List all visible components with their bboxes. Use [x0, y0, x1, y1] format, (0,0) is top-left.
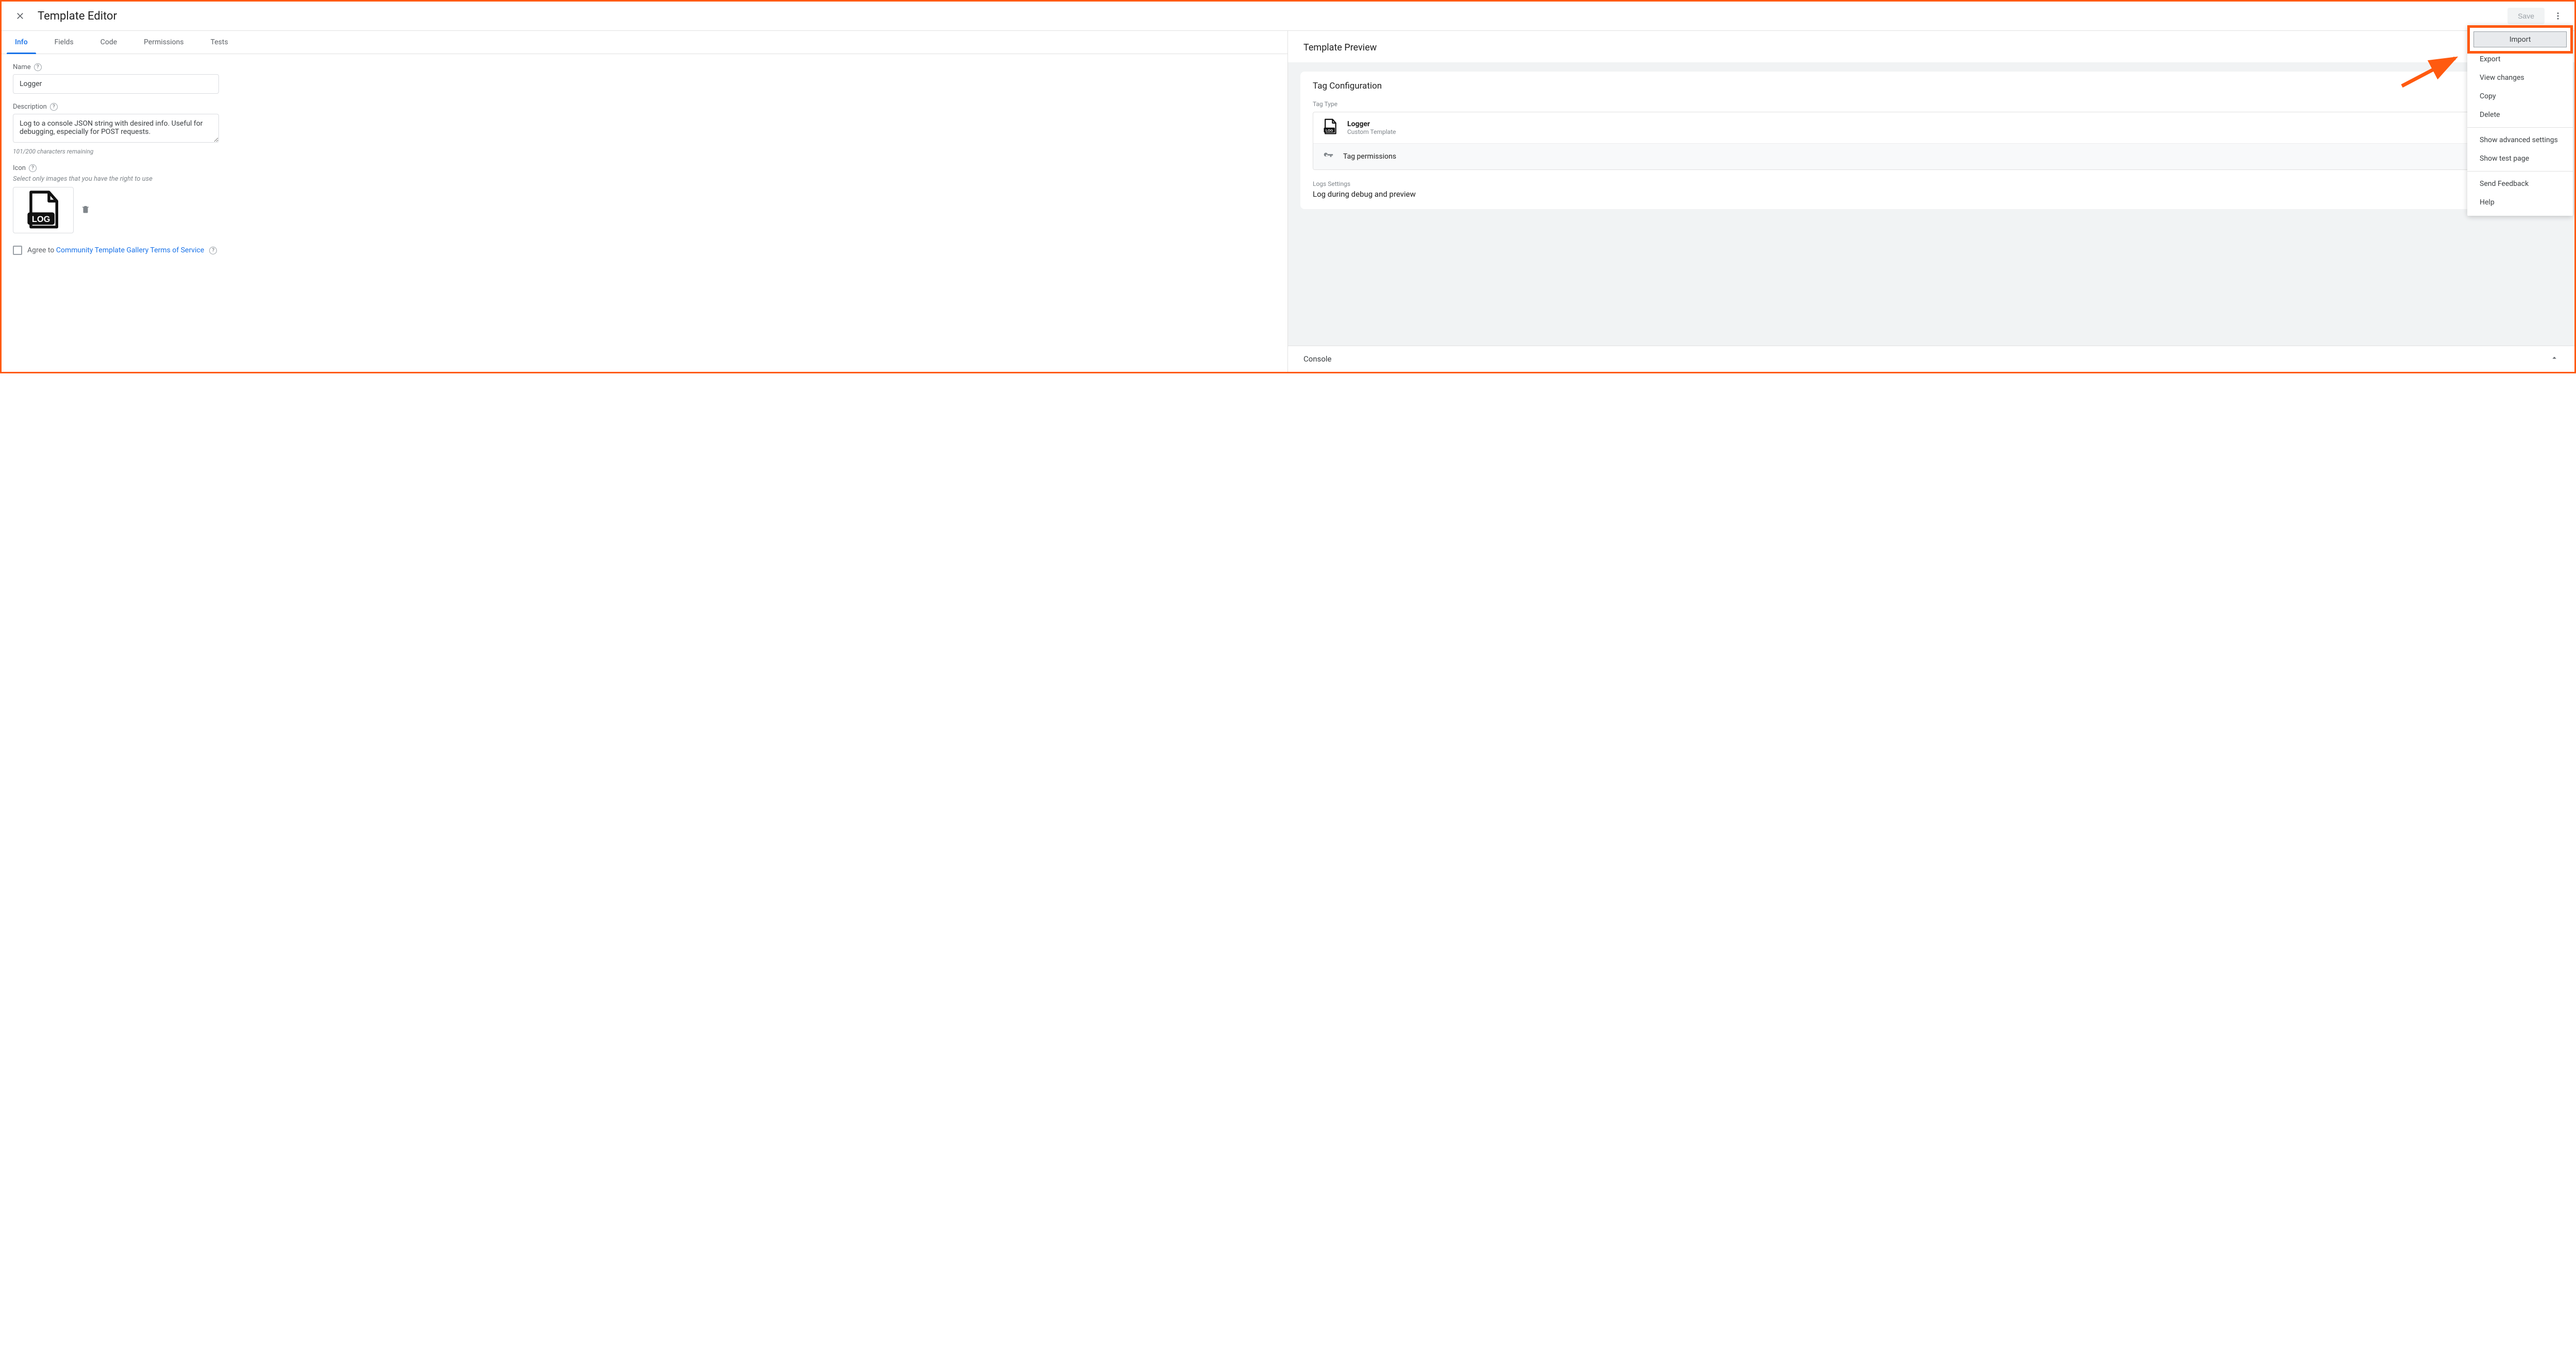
icon-hint: Select only images that you have the rig…: [13, 175, 1276, 183]
logs-block: Logs Settings Log during debug and previ…: [1313, 180, 2550, 199]
agree-prefix: Agree to: [27, 246, 56, 254]
tag-sub: Custom Template: [1347, 128, 1396, 135]
name-label: Name ?: [13, 63, 1276, 71]
log-file-icon: LOG: [1323, 118, 1338, 137]
svg-text:LOG: LOG: [1326, 129, 1333, 132]
icon-label: Icon ?: [13, 164, 1276, 172]
tab-fields[interactable]: Fields: [41, 31, 87, 54]
chevron-up-icon[interactable]: [2550, 353, 2559, 365]
console-title: Console: [1303, 354, 1332, 364]
icon-label-text: Icon: [13, 164, 26, 172]
menu-view-changes[interactable]: View changes: [2467, 68, 2573, 87]
tag-info: Logger Custom Template: [1347, 120, 1396, 135]
menu-export[interactable]: Export: [2467, 50, 2573, 68]
topbar: Template Editor Save: [2, 2, 2574, 30]
agree-text: Agree to Community Template Gallery Term…: [27, 246, 204, 254]
tabs: Info Fields Code Permissions Tests: [2, 31, 1287, 54]
menu-feedback[interactable]: Send Feedback: [2467, 175, 2573, 193]
icon-preview[interactable]: LOG: [13, 187, 74, 233]
right-pane: Template Preview Tag Configuration Tag T…: [1288, 31, 2574, 372]
tag-box: LOG Logger Custom Template: [1313, 112, 2550, 170]
description-label-text: Description: [13, 103, 47, 111]
logs-label: Logs Settings: [1313, 180, 2550, 187]
permissions-label: Tag permissions: [1343, 152, 1396, 161]
tag-name: Logger: [1347, 120, 1396, 128]
tab-tests[interactable]: Tests: [197, 31, 242, 54]
menu-separator: [2467, 171, 2573, 172]
description-input[interactable]: [13, 114, 219, 143]
tag-type-row[interactable]: LOG Logger Custom Template: [1313, 112, 2549, 143]
log-file-icon: LOG: [25, 190, 61, 231]
key-icon: [1323, 150, 1334, 163]
page-title: Template Editor: [38, 10, 117, 23]
menu-copy[interactable]: Copy: [2467, 87, 2573, 106]
form-area: Name ? Description ? 101/200 characters …: [2, 54, 1287, 264]
tab-info[interactable]: Info: [2, 31, 41, 54]
app-frame: Template Editor Save Info Fields Code Pe…: [0, 0, 2576, 373]
help-icon[interactable]: ?: [34, 63, 42, 71]
name-input[interactable]: [13, 74, 219, 94]
help-icon[interactable]: ?: [50, 103, 58, 111]
preview-title: Template Preview: [1288, 31, 2574, 62]
close-icon[interactable]: [12, 8, 28, 24]
tab-code[interactable]: Code: [87, 31, 130, 54]
console-bar[interactable]: Console: [1288, 346, 2574, 372]
top-actions: Save: [2507, 7, 2570, 25]
logs-value: Log during debug and preview: [1313, 190, 2550, 199]
description-label: Description ?: [13, 103, 1276, 111]
save-button[interactable]: Save: [2507, 8, 2545, 24]
name-label-text: Name: [13, 63, 31, 71]
char-count: 101/200 characters remaining: [13, 148, 1276, 155]
menu-separator: [2467, 127, 2573, 128]
tab-permissions[interactable]: Permissions: [130, 31, 197, 54]
icon-row: LOG: [13, 187, 1276, 233]
menu-test-page[interactable]: Show test page: [2467, 149, 2573, 168]
preview-body: Tag Configuration Tag Type LOG: [1288, 62, 2574, 346]
svg-text:LOG: LOG: [32, 215, 50, 224]
card-title: Tag Configuration: [1313, 81, 2550, 91]
trash-icon[interactable]: [81, 204, 90, 216]
left-pane: Info Fields Code Permissions Tests Name …: [2, 31, 1288, 372]
more-dropdown: Export View changes Copy Delete Show adv…: [2467, 25, 2573, 216]
menu-help[interactable]: Help: [2467, 193, 2573, 212]
agree-checkbox[interactable]: [13, 246, 22, 255]
help-icon[interactable]: ?: [209, 247, 217, 254]
tag-permissions-row[interactable]: Tag permissions: [1313, 143, 2549, 169]
tag-config-card: Tag Configuration Tag Type LOG: [1300, 72, 2562, 209]
terms-link[interactable]: Community Template Gallery Terms of Serv…: [56, 246, 204, 254]
more-menu-icon[interactable]: [2549, 7, 2567, 25]
help-icon[interactable]: ?: [29, 164, 37, 172]
menu-advanced[interactable]: Show advanced settings: [2467, 131, 2573, 149]
menu-delete[interactable]: Delete: [2467, 106, 2573, 124]
split-view: Info Fields Code Permissions Tests Name …: [2, 30, 2574, 372]
tag-type-label: Tag Type: [1313, 100, 2550, 108]
agree-row: Agree to Community Template Gallery Term…: [13, 246, 1276, 255]
